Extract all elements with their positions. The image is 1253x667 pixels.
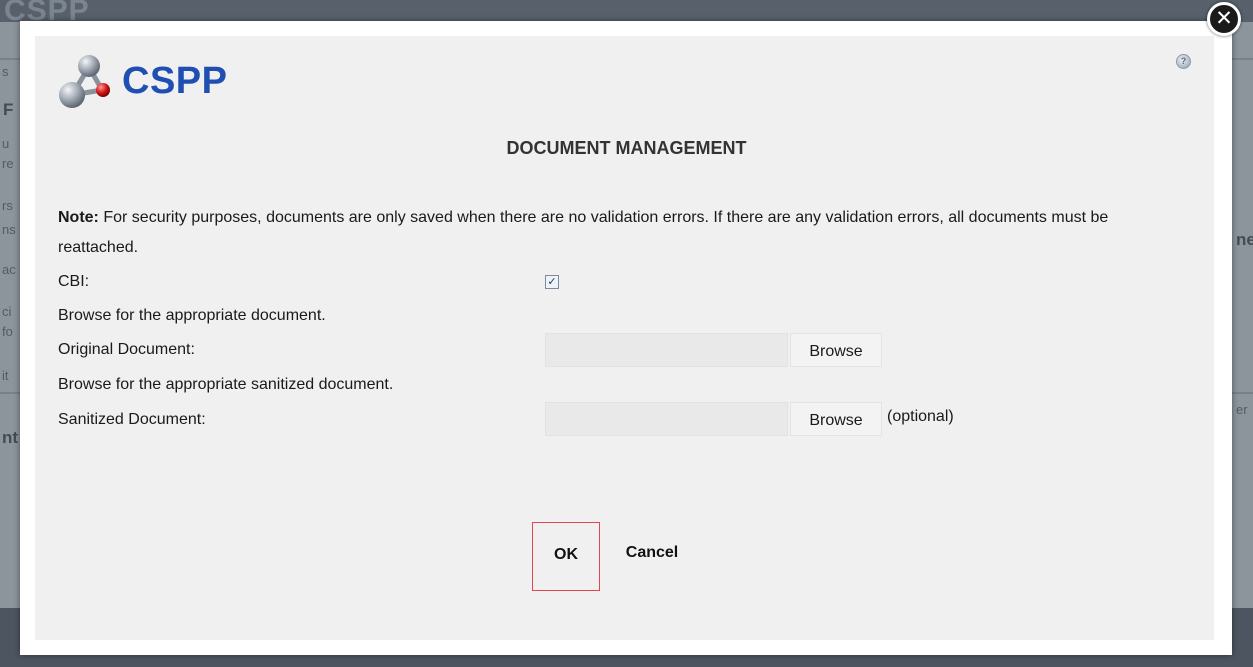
- sanitized-document-label: Sanitized Document:: [58, 411, 206, 428]
- background-text-fragment: F: [3, 100, 14, 119]
- original-document-field[interactable]: [545, 333, 788, 367]
- dialog-title: DOCUMENT MANAGEMENT: [506, 138, 747, 158]
- close-icon[interactable]: ✕: [1207, 2, 1241, 36]
- background-text-fragment: er: [1236, 402, 1248, 417]
- note-label: Note:: [58, 209, 99, 226]
- background-text-fragment: fo: [2, 324, 13, 339]
- cancel-button[interactable]: Cancel: [606, 532, 698, 576]
- sanitized-browse-button[interactable]: Browse: [790, 402, 882, 436]
- molecule-icon: [59, 55, 110, 108]
- background-text-fragment: ns: [2, 222, 16, 237]
- dialog-content: Note: For security purposes, documents a…: [58, 203, 1178, 436]
- brand-name: CSPP: [122, 60, 228, 102]
- security-note: Note: For security purposes, documents a…: [58, 203, 1178, 263]
- cbi-label: CBI:: [58, 273, 90, 290]
- original-document-hint: Browse for the appropriate document.: [58, 307, 326, 324]
- background-header: CSPP: [0, 0, 1253, 27]
- original-document-label: Original Document:: [58, 341, 195, 358]
- cspp-logo: CSPP: [58, 52, 258, 112]
- background-text-fragment: rs: [2, 198, 13, 213]
- background-text-fragment: ne: [1236, 230, 1253, 249]
- background-text-fragment: it: [2, 368, 9, 383]
- background-text-fragment: ac: [2, 262, 16, 277]
- note-text: For security purposes, documents are onl…: [58, 209, 1109, 256]
- cbi-checkbox[interactable]: ✓: [545, 275, 559, 289]
- help-icon[interactable]: ?: [1176, 54, 1191, 69]
- background-text-fragment: s: [2, 64, 9, 79]
- background-text-fragment: nt: [2, 428, 19, 447]
- sanitized-document-field[interactable]: [545, 402, 788, 436]
- sanitized-document-hint: Browse for the appropriate sanitized doc…: [58, 376, 394, 393]
- optional-label: (optional): [887, 408, 954, 425]
- original-browse-button[interactable]: Browse: [790, 333, 882, 367]
- ok-button[interactable]: OK: [532, 522, 600, 591]
- background-text-fragment: ci: [2, 304, 12, 319]
